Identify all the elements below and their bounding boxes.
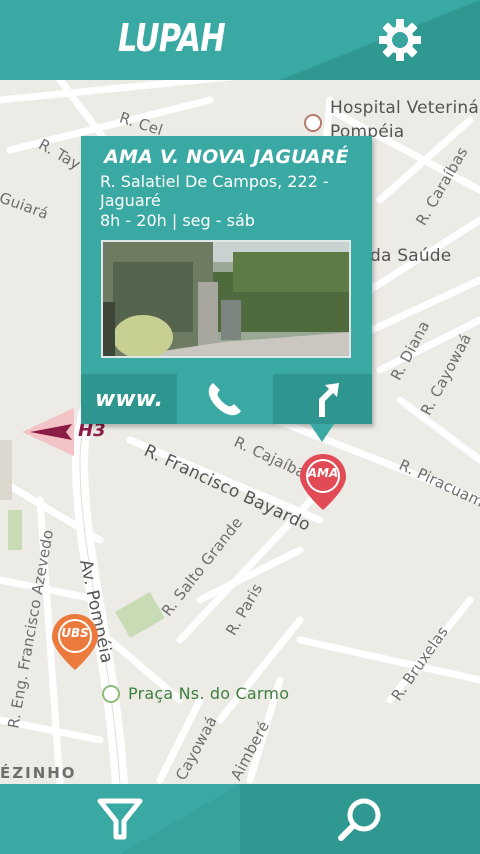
app-header: LUPAH [0, 0, 480, 80]
call-button[interactable] [177, 374, 273, 424]
map-label: Hospital Veterinário [330, 98, 480, 118]
map-label: ÉZINHO [0, 764, 77, 782]
map-label: Praça Ns. do Carmo [128, 684, 290, 703]
search-icon [338, 798, 381, 841]
directions-icon [318, 383, 339, 417]
popup-address: R. Salatiel De Campos, 222 - Jaguaré [100, 172, 329, 210]
park-icon [102, 685, 120, 703]
ama-marker-label: AMA [307, 466, 339, 480]
phone-icon [208, 383, 241, 416]
popup-actions: www. [81, 374, 372, 424]
popup-pointer [310, 424, 334, 442]
app-title: LUPAH [118, 16, 226, 60]
ama-marker[interactable]: AMA [298, 452, 348, 512]
map-pin-icon [52, 614, 98, 670]
popup-hours: 8h - 20h | seg - sáb [100, 211, 255, 230]
website-button[interactable]: www. [81, 374, 177, 424]
directions-button[interactable] [273, 374, 372, 424]
website-button-label: www. [95, 386, 163, 412]
map-pin-icon [300, 454, 346, 510]
bottom-bar [0, 784, 480, 854]
location-photo [101, 240, 351, 358]
popup-title: AMA V. NOVA JAGUARÉ [104, 146, 349, 168]
filter-icon [97, 798, 143, 840]
search-button[interactable] [240, 784, 480, 854]
gear-icon[interactable] [376, 16, 424, 64]
ubs-marker[interactable]: UBS [50, 612, 100, 672]
map-label: da Saúde [370, 246, 452, 266]
location-popup: AMA V. NOVA JAGUARÉ R. Salatiel De Campo… [81, 136, 372, 442]
hospital-icon [304, 114, 322, 132]
filter-button[interactable] [0, 784, 240, 854]
ubs-marker-label: UBS [61, 626, 89, 640]
